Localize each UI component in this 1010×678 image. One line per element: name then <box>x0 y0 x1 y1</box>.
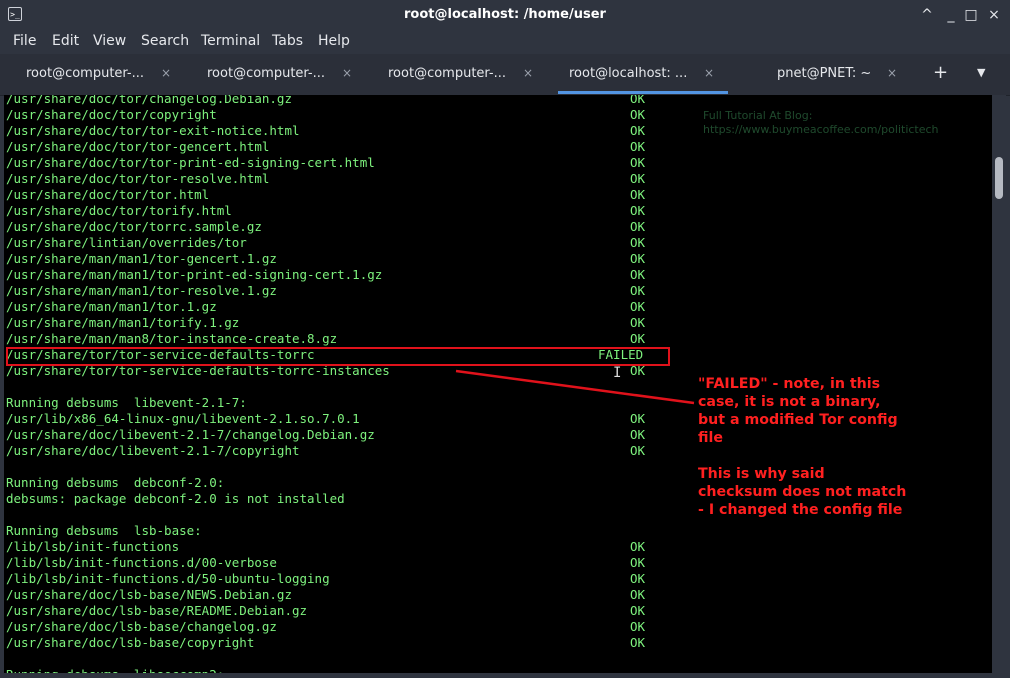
terminal-output[interactable]: Full Tutorial At Blog: https://www.buyme… <box>4 95 992 673</box>
annotation-para-2: This is why said checksum does not match… <box>698 466 907 518</box>
annotation-para-1: "FAILED" - note, in this case, it is not… <box>698 376 898 446</box>
tab-label: root@computer-... <box>26 66 145 81</box>
menu-terminal[interactable]: Terminal <box>201 33 260 49</box>
tab-close-icon[interactable]: × <box>523 66 533 80</box>
tab-menu-button[interactable]: ▼ <box>977 66 985 79</box>
tab-label: root@computer-... <box>388 66 507 81</box>
menu-tabs[interactable]: Tabs <box>272 33 303 49</box>
tab-5[interactable]: pnet@PNET: ~ × <box>777 54 907 94</box>
menu-search[interactable]: Search <box>141 33 189 49</box>
tab-bar: root@computer-... × root@computer-... × … <box>0 54 1010 96</box>
tab-4-active[interactable]: root@localhost: ... × <box>558 54 728 94</box>
menu-edit[interactable]: Edit <box>52 33 79 49</box>
maximize-button[interactable]: □ <box>962 6 980 24</box>
menu-file[interactable]: File <box>13 33 36 49</box>
window-title: root@localhost: /home/user <box>404 7 606 22</box>
minimize-button[interactable]: _ <box>942 6 960 24</box>
scrollbar[interactable] <box>992 95 1006 673</box>
tab-label: root@computer-... <box>207 66 326 81</box>
title-bar: >_ root@localhost: /home/user ^ _ □ × <box>0 0 1010 30</box>
scrollbar-thumb[interactable] <box>995 157 1003 199</box>
menu-view[interactable]: View <box>93 33 126 49</box>
tab-close-icon[interactable]: × <box>887 66 897 80</box>
tab-3[interactable]: root@computer-... × <box>388 54 548 94</box>
menu-bar: File Edit View Search Terminal Tabs Help <box>0 30 1010 54</box>
annotation-note: "FAILED" - note, in this case, it is not… <box>698 375 908 537</box>
tab-close-icon[interactable]: × <box>704 66 714 80</box>
tab-close-icon[interactable]: × <box>161 66 171 80</box>
tab-close-icon[interactable]: × <box>342 66 352 80</box>
tab-1[interactable]: root@computer-... × <box>26 54 186 94</box>
menu-help[interactable]: Help <box>318 33 350 49</box>
text-cursor-icon: I <box>613 365 622 381</box>
tab-label: root@localhost: ... <box>569 66 688 81</box>
tab-label: pnet@PNET: ~ <box>777 66 872 81</box>
close-button[interactable]: × <box>985 6 1003 24</box>
tab-2[interactable]: root@computer-... × <box>207 54 367 94</box>
new-tab-button[interactable]: + <box>933 62 948 83</box>
chevron-up-icon[interactable]: ^ <box>918 6 936 24</box>
